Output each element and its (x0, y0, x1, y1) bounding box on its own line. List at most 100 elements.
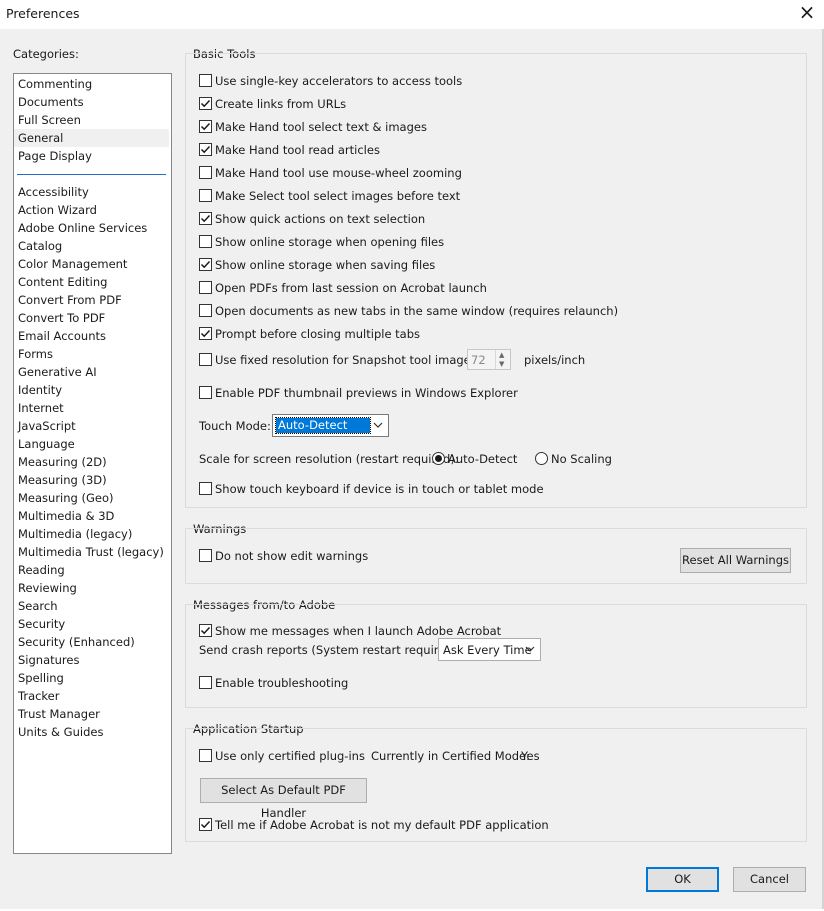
stepper-arrows[interactable]: ▲ ▼ (495, 350, 510, 369)
category-item[interactable]: Multimedia & 3D (14, 507, 169, 525)
category-item[interactable]: Measuring (3D) (14, 471, 169, 489)
crash-reports-select[interactable]: Ask Every Time (438, 638, 541, 661)
launch-messages-checkbox[interactable] (199, 624, 212, 637)
basic-tools-option-checkbox[interactable] (199, 258, 212, 271)
thumbnail-previews-label: Enable PDF thumbnail previews in Windows… (215, 386, 518, 400)
category-item[interactable]: Signatures (14, 651, 169, 669)
category-item[interactable]: Action Wizard (14, 201, 169, 219)
touch-keyboard-label: Show touch keyboard if device is in touc… (215, 482, 544, 496)
troubleshooting-checkbox[interactable] (199, 676, 212, 689)
certified-mode-value: Yes (521, 749, 540, 763)
ok-button[interactable]: OK (646, 867, 719, 892)
basic-tools-option-checkbox[interactable] (199, 327, 212, 340)
default-app-checkbox[interactable] (199, 818, 212, 831)
category-item[interactable]: Multimedia Trust (legacy) (14, 543, 169, 561)
basic-tools-option-checkbox[interactable] (199, 120, 212, 133)
category-item[interactable]: Tracker (14, 687, 169, 705)
snapshot-unit-label: pixels/inch (524, 353, 586, 367)
scale-auto-detect-radio[interactable] (432, 452, 445, 465)
category-item[interactable]: Measuring (Geo) (14, 489, 169, 507)
category-item[interactable]: Spelling (14, 669, 169, 687)
basic-tools-option-label: Make Select tool select images before te… (215, 189, 461, 203)
scale-no-scaling-label: No Scaling (551, 452, 612, 466)
basic-tools-option-label: Make Hand tool read articles (215, 143, 380, 157)
basic-tools-option-label: Make Hand tool use mouse-wheel zooming (215, 166, 462, 180)
thumbnail-previews-checkbox[interactable] (199, 386, 212, 399)
basic-tools-option-checkbox[interactable] (199, 74, 212, 87)
arrow-down-icon[interactable]: ▼ (499, 360, 504, 368)
close-icon[interactable]: × (797, 2, 817, 23)
scale-no-scaling-radio[interactable] (535, 452, 548, 465)
checkmark-icon (200, 820, 211, 829)
category-item[interactable]: Accessibility (14, 183, 169, 201)
default-pdf-handler-button[interactable]: Select As Default PDF Handler (200, 778, 367, 820)
window-title: Preferences (6, 6, 80, 21)
categories-list[interactable]: Commenting Documents Full Screen General… (13, 73, 172, 854)
category-full-screen[interactable]: Full Screen (14, 111, 169, 129)
checkmark-icon (200, 329, 211, 338)
checkmark-icon (200, 626, 211, 635)
snapshot-resolution-stepper[interactable]: 72 ▲ ▼ (467, 349, 511, 370)
basic-tools-option-label: Prompt before closing multiple tabs (215, 327, 421, 341)
category-item[interactable]: Email Accounts (14, 327, 169, 345)
basic-tools-option-checkbox[interactable] (199, 97, 212, 110)
category-item[interactable]: Security (14, 615, 169, 633)
edit-warnings-checkbox[interactable] (199, 549, 212, 562)
basic-tools-option-label: Show online storage when saving files (215, 258, 436, 272)
cancel-button[interactable]: Cancel (733, 867, 806, 892)
edit-warnings-label: Do not show edit warnings (215, 549, 369, 563)
basic-tools-option-label: Make Hand tool select text & images (215, 120, 427, 134)
category-item[interactable]: Security (Enhanced) (14, 633, 169, 651)
basic-tools-option-checkbox[interactable] (199, 189, 212, 202)
category-item[interactable]: Reading (14, 561, 169, 579)
category-item[interactable]: Catalog (14, 237, 169, 255)
basic-tools-option-checkbox[interactable] (199, 304, 212, 317)
touch-mode-select[interactable]: Auto-Detect (272, 414, 389, 437)
categories-label: Categories: (13, 47, 79, 61)
basic-tools-option-checkbox[interactable] (199, 281, 212, 294)
scale-resolution-label: Scale for screen resolution (restart req… (199, 452, 459, 466)
chevron-down-icon (525, 646, 535, 652)
chevron-down-icon (373, 422, 383, 428)
arrow-up-icon[interactable]: ▲ (499, 351, 504, 359)
category-commenting[interactable]: Commenting (14, 75, 169, 93)
category-item[interactable]: Measuring (2D) (14, 453, 169, 471)
category-page-display[interactable]: Page Display (14, 147, 169, 165)
crash-reports-value: Ask Every Time (443, 643, 532, 657)
category-item[interactable]: Identity (14, 381, 169, 399)
launch-messages-label: Show me messages when I launch Adobe Acr… (215, 624, 502, 638)
touch-keyboard-checkbox[interactable] (199, 482, 212, 495)
category-separator (17, 174, 166, 175)
category-item[interactable]: Convert From PDF (14, 291, 169, 309)
category-item[interactable]: Content Editing (14, 273, 169, 291)
category-item[interactable]: Search (14, 597, 169, 615)
category-item[interactable]: JavaScript (14, 417, 169, 435)
title-bar: Preferences × (0, 0, 824, 29)
basic-tools-option-checkbox[interactable] (199, 166, 212, 179)
checkmark-icon (200, 99, 211, 108)
category-item[interactable]: Units & Guides (14, 723, 169, 741)
category-item[interactable]: Generative AI (14, 363, 169, 381)
reset-warnings-button[interactable]: Reset All Warnings (680, 548, 791, 573)
touch-mode-label: Touch Mode: (199, 419, 271, 433)
basic-tools-option-checkbox[interactable] (199, 143, 212, 156)
basic-tools-option-label: Open documents as new tabs in the same w… (215, 304, 619, 318)
category-general[interactable]: General (14, 129, 169, 147)
basic-tools-option-checkbox[interactable] (199, 235, 212, 248)
category-item[interactable]: Color Management (14, 255, 169, 273)
category-item[interactable]: Internet (14, 399, 169, 417)
checkmark-icon (200, 145, 211, 154)
category-item[interactable]: Trust Manager (14, 705, 169, 723)
category-item[interactable]: Adobe Online Services (14, 219, 169, 237)
category-item[interactable]: Language (14, 435, 169, 453)
category-item[interactable]: Forms (14, 345, 169, 363)
basic-tools-option-checkbox[interactable] (199, 353, 212, 366)
basic-tools-option-checkbox[interactable] (199, 212, 212, 225)
category-item[interactable]: Convert To PDF (14, 309, 169, 327)
basic-tools-option-label: Show online storage when opening files (215, 235, 445, 249)
basic-tools-option-label: Use fixed resolution for Snapshot tool i… (215, 353, 481, 367)
category-documents[interactable]: Documents (14, 93, 169, 111)
category-item[interactable]: Multimedia (legacy) (14, 525, 169, 543)
certified-plugins-checkbox[interactable] (199, 749, 212, 762)
category-item[interactable]: Reviewing (14, 579, 169, 597)
